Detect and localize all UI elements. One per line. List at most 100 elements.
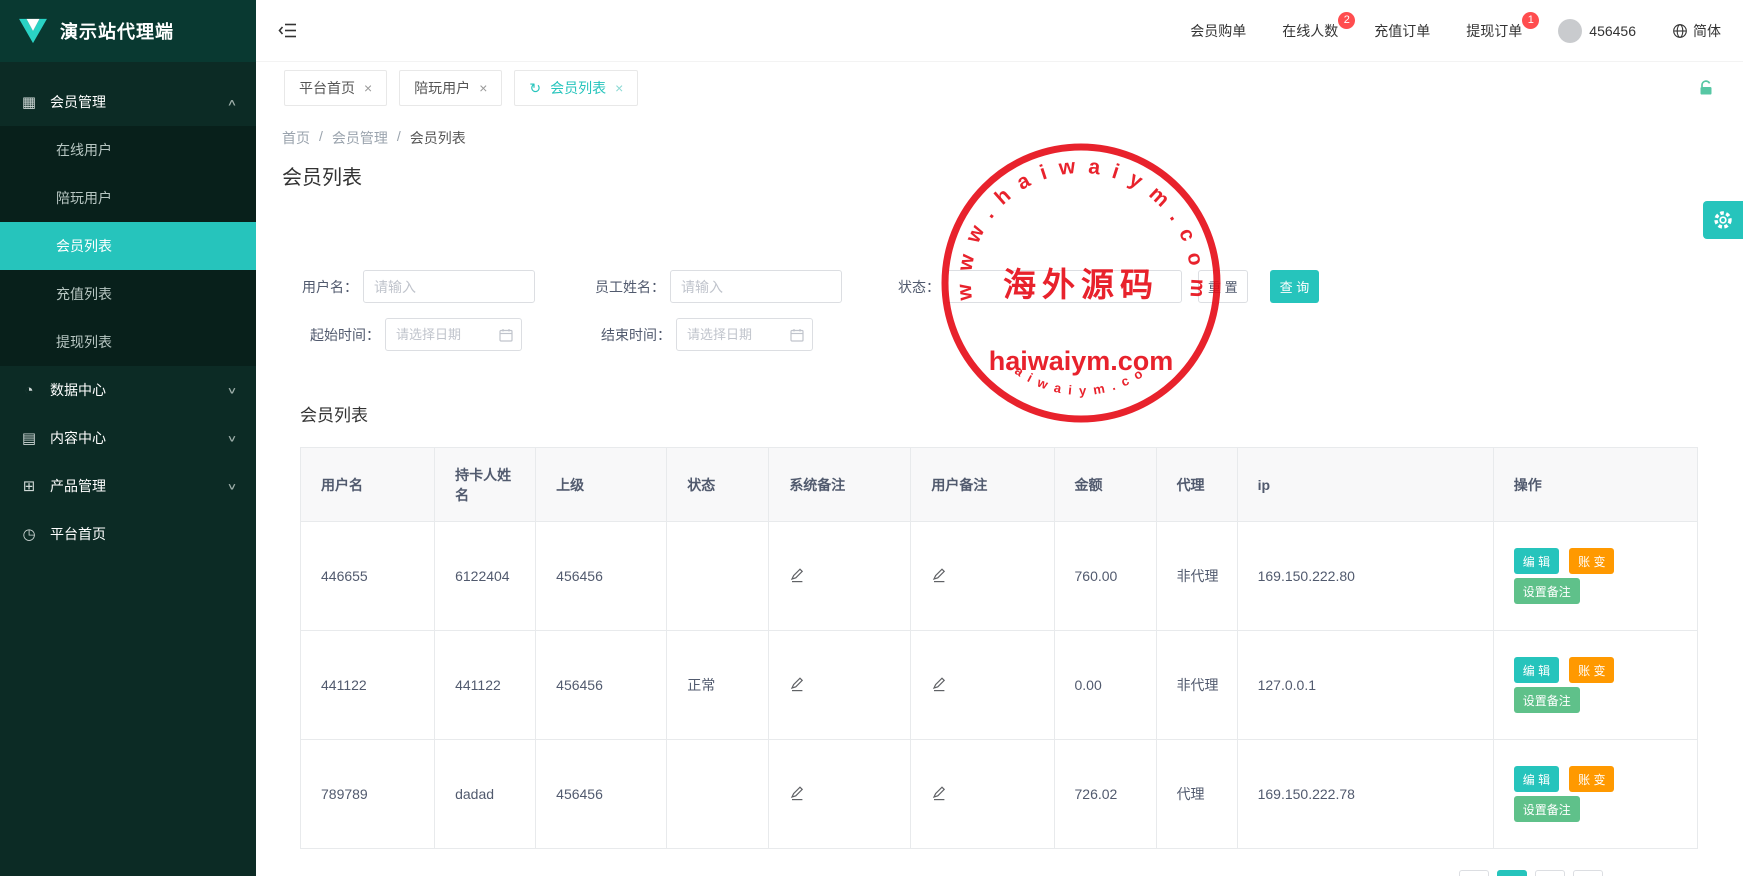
- filter-form: 用户名： 员工姓名： 状态： 重 置 查 询 起始时间： 结束时间：: [300, 270, 1717, 351]
- cell-cardholder: 6122404: [435, 522, 536, 631]
- edit-note-icon[interactable]: [931, 567, 947, 583]
- sidebar-item-member-management[interactable]: ▦ 会员管理 ∧: [0, 78, 256, 126]
- edit-note-icon[interactable]: [789, 676, 805, 692]
- breadcrumb-item[interactable]: 首页: [282, 128, 310, 148]
- account-change-button[interactable]: 账 变: [1569, 657, 1614, 683]
- refresh-icon[interactable]: ↻: [529, 80, 541, 97]
- cell-user-note: [911, 740, 1054, 849]
- sidebar-item-withdraw-list[interactable]: 提现列表: [0, 318, 256, 366]
- cell-cardholder: 441122: [435, 631, 536, 740]
- cell-agent: 非代理: [1156, 522, 1237, 631]
- cell-actions: 编 辑 账 变 设置备注: [1493, 522, 1697, 631]
- set-note-button[interactable]: 设置备注: [1514, 578, 1580, 604]
- staff-name-input[interactable]: [670, 270, 842, 303]
- sidebar-item-data-center[interactable]: ◔ 数据中心 ∨: [0, 366, 256, 414]
- cell-superior: 456456: [536, 740, 667, 849]
- close-icon[interactable]: ×: [479, 80, 487, 96]
- account-change-button[interactable]: 账 变: [1569, 548, 1614, 574]
- cell-cardholder: dadad: [435, 740, 536, 849]
- clock-icon: ◷: [20, 525, 38, 543]
- cell-username: 446655: [301, 522, 435, 631]
- menu-label: 产品管理: [50, 476, 106, 496]
- page-button[interactable]: 1: [1497, 870, 1527, 876]
- logo-icon: [18, 18, 48, 44]
- sidebar-item-content-center[interactable]: ▤ 内容中心 ∨: [0, 414, 256, 462]
- sidebar-item-online-users[interactable]: 在线用户: [0, 126, 256, 174]
- document-icon: ▤: [20, 429, 38, 447]
- edit-note-icon[interactable]: [789, 567, 805, 583]
- start-date-input[interactable]: [396, 327, 499, 342]
- member-orders-link[interactable]: 会员购单: [1190, 21, 1246, 41]
- online-count-badge: 2: [1338, 12, 1355, 29]
- breadcrumb: 首页 / 会员管理 / 会员列表: [282, 128, 1717, 148]
- col-header-username: 用户名: [301, 448, 435, 522]
- staff-name-label: 员工姓名：: [573, 277, 665, 297]
- set-note-button[interactable]: 设置备注: [1514, 687, 1580, 713]
- member-table: 用户名 持卡人姓名 上级 状态 系统备注 用户备注 金额 代理 ip 操作 44…: [300, 447, 1698, 849]
- username-input[interactable]: [363, 270, 535, 303]
- sidebar-menu: ▦ 会员管理 ∧ 在线用户 陪玩用户 会员列表 充值列表 提现列表 ◔ 数据中心…: [0, 62, 256, 558]
- edit-note-icon[interactable]: [931, 785, 947, 801]
- tab-companion-users[interactable]: 陪玩用户 ×: [399, 70, 502, 106]
- status-select[interactable]: [946, 270, 1182, 303]
- table-row: 446655 6122404 456456 760.00: [301, 522, 1698, 631]
- sidebar-item-member-list[interactable]: 会员列表: [0, 222, 256, 270]
- cell-superior: 456456: [536, 522, 667, 631]
- menu-label: 会员列表: [56, 236, 112, 256]
- edit-note-icon[interactable]: [931, 676, 947, 692]
- search-button[interactable]: 查 询: [1270, 270, 1320, 303]
- cell-ip: 127.0.0.1: [1237, 631, 1493, 740]
- tab-bar: 平台首页 × 陪玩用户 × ↻ 会员列表 ×: [256, 62, 1743, 114]
- lock-tabs-button[interactable]: [1697, 79, 1715, 97]
- cell-agent: 代理: [1156, 740, 1237, 849]
- sidebar-item-recharge-list[interactable]: 充值列表: [0, 270, 256, 318]
- start-date-picker[interactable]: [385, 318, 522, 351]
- end-date-picker[interactable]: [676, 318, 813, 351]
- settings-button[interactable]: [1703, 201, 1743, 239]
- menu-label: 数据中心: [50, 380, 106, 400]
- menu-label: 在线用户: [56, 140, 112, 160]
- account-change-button[interactable]: 账 变: [1569, 766, 1614, 792]
- gear-icon: [1712, 209, 1734, 231]
- language-switcher[interactable]: 简体: [1672, 21, 1721, 41]
- page-button[interactable]: 2: [1535, 870, 1565, 876]
- col-header-actions: 操作: [1493, 448, 1697, 522]
- top-header: 会员购单 在线人数2 充值订单 提现订单1 456456 简体: [256, 0, 1743, 62]
- cell-user-note: [911, 522, 1054, 631]
- reset-button[interactable]: 重 置: [1198, 270, 1248, 303]
- cell-user-note: [911, 631, 1054, 740]
- cell-actions: 编 辑 账 变 设置备注: [1493, 740, 1697, 849]
- next-page-button[interactable]: [1573, 870, 1603, 876]
- recharge-orders-link[interactable]: 充值订单: [1374, 21, 1430, 41]
- tab-label: 平台首页: [299, 78, 355, 98]
- end-date-input[interactable]: [687, 327, 790, 342]
- breadcrumb-separator: /: [397, 128, 401, 148]
- tab-platform-home[interactable]: 平台首页 ×: [284, 70, 387, 106]
- col-header-amount: 金额: [1054, 448, 1156, 522]
- menu-label: 平台首页: [50, 524, 106, 544]
- online-count-link[interactable]: 在线人数2: [1282, 21, 1338, 41]
- tab-label: 会员列表: [550, 78, 606, 98]
- edit-button[interactable]: 编 辑: [1514, 548, 1559, 574]
- sidebar-item-platform-home[interactable]: ◷ 平台首页: [0, 510, 256, 558]
- tab-member-list[interactable]: ↻ 会员列表 ×: [514, 70, 638, 106]
- end-time-label: 结束时间：: [579, 325, 671, 345]
- breadcrumb-item-current: 会员列表: [410, 128, 466, 148]
- avatar: [1558, 19, 1582, 43]
- close-icon[interactable]: ×: [364, 80, 372, 96]
- withdraw-orders-link[interactable]: 提现订单1: [1466, 21, 1522, 41]
- edit-button[interactable]: 编 辑: [1514, 657, 1559, 683]
- breadcrumb-item[interactable]: 会员管理: [332, 128, 388, 148]
- username-label: 用户名：: [300, 277, 358, 297]
- sidebar-item-companion-users[interactable]: 陪玩用户: [0, 174, 256, 222]
- sidebar-item-product-management[interactable]: ⊞ 产品管理 ∨: [0, 462, 256, 510]
- edit-note-icon[interactable]: [789, 785, 805, 801]
- calendar-icon: [499, 328, 513, 342]
- edit-button[interactable]: 编 辑: [1514, 766, 1559, 792]
- collapse-sidebar-icon[interactable]: [278, 23, 297, 38]
- close-icon[interactable]: ×: [615, 80, 623, 96]
- set-note-button[interactable]: 设置备注: [1514, 796, 1580, 822]
- prev-page-button[interactable]: [1459, 870, 1489, 876]
- user-menu[interactable]: 456456: [1558, 19, 1636, 43]
- cell-system-note: [769, 631, 911, 740]
